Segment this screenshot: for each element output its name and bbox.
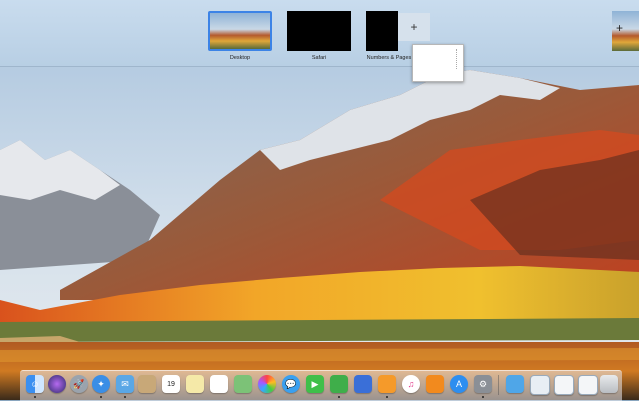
maps-icon[interactable] <box>234 375 252 393</box>
running-indicator <box>124 396 126 398</box>
safari-icon[interactable]: ✦ <box>92 375 110 393</box>
plus-icon: + <box>616 21 624 35</box>
space-numbers-pages[interactable]: Numbers & Pages <box>366 11 411 61</box>
screenshot-icon[interactable] <box>530 375 550 395</box>
itunes-icon[interactable]: ♫ <box>402 375 420 393</box>
window-icon[interactable] <box>554 375 574 395</box>
reminders-icon[interactable] <box>210 375 228 393</box>
dock-separator <box>498 375 499 395</box>
space-desktop[interactable]: Desktop <box>208 11 272 61</box>
dock: ☺ 🚀 ✦ ✉ 19 💬 ▶ ♫ A ⚙ <box>20 370 622 401</box>
space-safari-thumbnail[interactable] <box>287 11 351 51</box>
add-space-button[interactable]: + <box>398 13 430 41</box>
running-indicator <box>386 396 388 398</box>
space-desktop-label: Desktop <box>229 55 251 61</box>
space-numbers-pages-thumbnail[interactable] <box>366 11 398 51</box>
ibooks-icon[interactable] <box>426 375 444 393</box>
calendar-day: 19 <box>167 380 175 388</box>
space-desktop-thumbnail[interactable] <box>208 11 272 51</box>
siri-icon[interactable] <box>48 375 66 393</box>
running-indicator <box>34 396 36 398</box>
notes-icon[interactable] <box>186 375 204 393</box>
trash-icon[interactable] <box>600 375 618 393</box>
add-desktop-button[interactable]: + <box>612 11 639 51</box>
keynote-icon[interactable] <box>354 375 372 393</box>
space-safari-label: Safari <box>311 55 327 61</box>
messages-icon[interactable]: 💬 <box>282 375 300 393</box>
launchpad-icon[interactable]: 🚀 <box>70 375 88 393</box>
downloads-folder-icon[interactable] <box>506 375 524 393</box>
mail-icon[interactable]: ✉ <box>116 375 134 393</box>
running-indicator <box>482 396 484 398</box>
space-numbers-pages-label: Numbers & Pages <box>366 55 412 61</box>
window2-icon[interactable] <box>578 375 598 395</box>
mission-control-spaces-bar: Desktop Safari Numbers & Pages + + <box>0 0 639 67</box>
running-indicator <box>338 396 340 398</box>
pages-icon[interactable] <box>378 375 396 393</box>
contacts-icon[interactable] <box>138 375 156 393</box>
app-store-icon[interactable]: A <box>450 375 468 393</box>
calendar-icon[interactable]: 19 <box>162 375 180 393</box>
running-indicator <box>100 396 102 398</box>
photos-icon[interactable] <box>258 375 276 393</box>
finder-icon[interactable]: ☺ <box>26 375 44 393</box>
facetime-icon[interactable]: ▶ <box>306 375 324 393</box>
system-preferences-icon[interactable]: ⚙ <box>474 375 492 393</box>
window-scrollbar <box>456 49 460 69</box>
space-safari[interactable]: Safari <box>287 11 351 61</box>
dragged-window-thumbnail[interactable] <box>412 44 464 82</box>
numbers-icon[interactable] <box>330 375 348 393</box>
